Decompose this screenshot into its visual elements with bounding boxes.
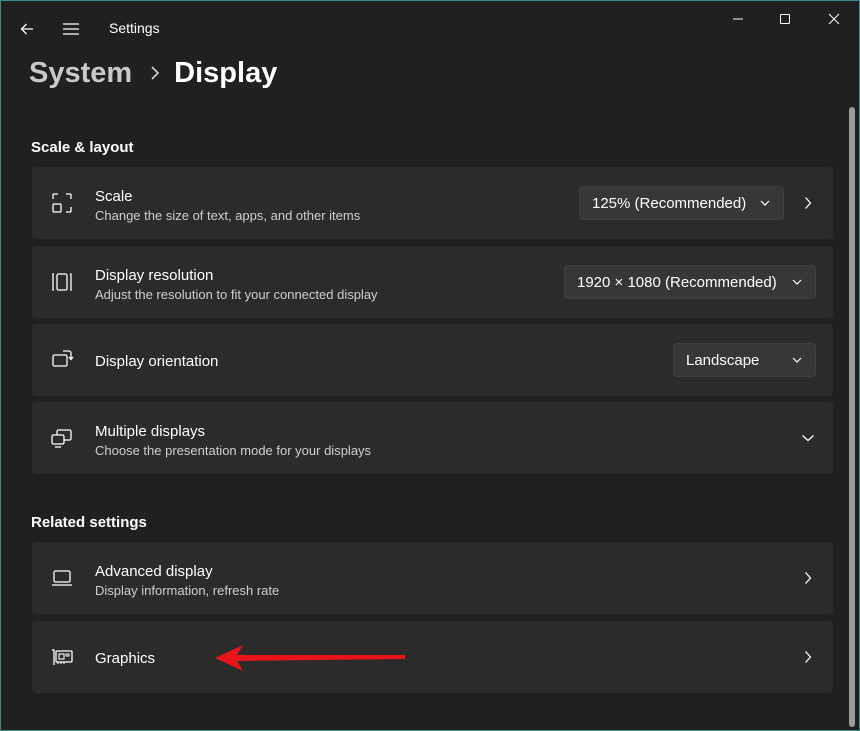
scrollbar-thumb[interactable] — [849, 107, 855, 727]
breadcrumb: System Display — [29, 53, 277, 93]
close-button[interactable] — [811, 5, 857, 33]
advanced-display-description: Display information, refresh rate — [95, 583, 280, 598]
chevron-down-icon — [759, 187, 771, 219]
scale-dropdown-value: 125% (Recommended) — [592, 194, 747, 212]
scale-setting-card[interactable]: Scale Change the size of text, apps, and… — [32, 167, 833, 239]
breadcrumb-system-link[interactable]: System — [29, 57, 132, 90]
page-title: Display — [174, 56, 278, 89]
chevron-right-icon — [801, 196, 815, 210]
close-icon — [828, 13, 840, 25]
breadcrumb-separator-icon — [150, 65, 160, 81]
graphics-title: Graphics — [95, 650, 156, 667]
section-heading-scale-layout: Scale & layout — [31, 139, 134, 156]
scale-title: Scale — [95, 188, 133, 205]
maximize-icon — [780, 14, 790, 24]
minimize-icon — [733, 18, 743, 20]
display-orientation-title: Display orientation — [95, 353, 219, 370]
chevron-down-icon — [791, 344, 803, 376]
expand-chevron-down-icon[interactable] — [801, 431, 815, 445]
display-orientation-dropdown[interactable]: Landscape — [673, 343, 816, 377]
chevron-right-icon — [801, 650, 815, 664]
multiple-displays-title: Multiple displays — [95, 423, 206, 440]
multiple-displays-card[interactable]: Multiple displays Choose the presentatio… — [32, 402, 833, 474]
back-arrow-icon — [20, 23, 33, 35]
multiple-displays-icon — [50, 426, 74, 450]
maximize-button[interactable] — [762, 5, 808, 33]
display-resolution-dropdown[interactable]: 1920 × 1080 (Recommended) — [564, 265, 816, 299]
display-resolution-description: Adjust the resolution to fit your connec… — [95, 287, 378, 302]
display-resolution-value: 1920 × 1080 (Recommended) — [577, 273, 777, 291]
annotation-arrow-icon — [215, 645, 405, 671]
display-resolution-card[interactable]: Display resolution Adjust the resolution… — [32, 246, 833, 318]
scale-dropdown[interactable]: 125% (Recommended) — [579, 186, 784, 220]
resolution-icon — [50, 270, 74, 294]
chevron-down-icon — [791, 266, 803, 298]
display-orientation-value: Landscape — [686, 351, 760, 369]
minimize-button[interactable] — [715, 5, 761, 33]
back-button[interactable] — [11, 13, 43, 45]
app-title: Settings — [109, 20, 160, 36]
graphics-card-icon — [50, 645, 74, 669]
scale-icon — [50, 191, 74, 215]
advanced-display-card[interactable]: Advanced display Display information, re… — [32, 542, 833, 614]
laptop-icon — [50, 566, 74, 590]
display-orientation-card[interactable]: Display orientation Landscape — [32, 324, 833, 396]
chevron-right-icon — [801, 571, 815, 585]
settings-window: Settings System Display Scale & layout S… — [0, 0, 860, 731]
title-bar: Settings — [1, 1, 859, 51]
multiple-displays-description: Choose the presentation mode for your di… — [95, 443, 372, 458]
display-resolution-title: Display resolution — [95, 267, 214, 284]
scale-description: Change the size of text, apps, and other… — [95, 208, 361, 223]
section-heading-related-settings: Related settings — [31, 514, 147, 531]
advanced-display-title: Advanced display — [95, 563, 213, 580]
orientation-icon — [50, 348, 74, 372]
hamburger-icon — [63, 23, 79, 35]
navigation-menu-button[interactable] — [55, 13, 87, 45]
graphics-card[interactable]: Graphics — [32, 621, 833, 693]
